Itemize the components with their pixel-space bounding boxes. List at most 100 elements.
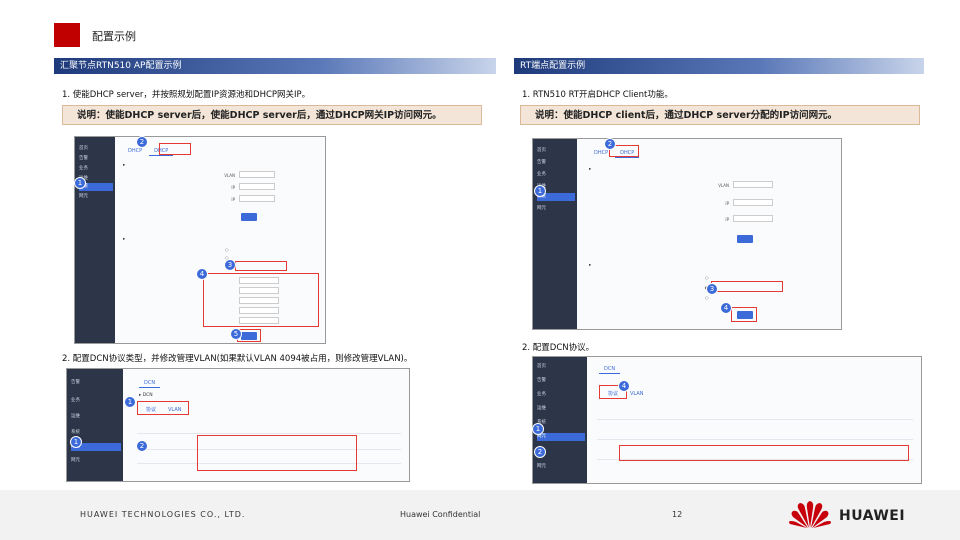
section-heading: ▸ [589,263,592,268]
field-input[interactable] [733,215,773,222]
sidebar-item[interactable]: 运维 [71,413,121,421]
screenshot-sidebar: 告警 业务 运维 系统 网元 网元 [67,369,123,481]
screenshot-tabs: DCN [599,365,622,374]
right-callout: 说明：使能DHCP client后，通过DHCP server分配的IP访问网元… [520,105,920,125]
field-label: IP [231,185,235,190]
step-badge: 5 [230,328,242,340]
sidebar-item[interactable]: 运维 [537,405,585,413]
page-number: 12 [672,510,683,519]
step-badge: 4 [720,302,732,314]
sidebar-item[interactable]: 首页 [537,363,585,371]
sidebar-item[interactable]: 业务 [537,391,585,399]
right-step-1: 1. RTN510 RT开启DHCP Client功能。 [522,90,673,100]
highlight-box-tab [159,143,191,155]
step-badge: 4 [618,380,630,392]
logo-text: HUAWEI [839,508,906,524]
sidebar-item[interactable]: 告警 [537,377,585,385]
left-step-2: 2. 配置DCN协议类型，并修改管理VLAN(如果默认VLAN 4094被占用，… [62,354,413,364]
tab-active[interactable]: DCN [139,379,161,388]
field-input[interactable] [733,199,773,206]
screenshot-sidebar: 首页 告警 业务 运维 系统 网元 网元 网元 [533,357,587,483]
field-label: IP [231,197,235,202]
screenshot-sidebar: 首页 告警 业务 运维 系统 网元 [75,137,115,343]
apply-button[interactable] [241,213,257,221]
step-badge: 2 [136,440,148,452]
right-screenshot-dcn: 首页 告警 业务 运维 系统 网元 网元 网元 DCN 协议VLAN [532,356,922,484]
field-input[interactable] [239,297,279,304]
step-badge: 1 [532,423,544,435]
huawei-logo-icon [789,501,831,528]
field-input[interactable] [239,183,275,190]
step-badge: 1 [534,185,546,197]
tab[interactable]: DHCP [123,147,147,155]
radio-option[interactable]: ○ [705,295,709,300]
step-badge: 3 [706,283,718,295]
left-screenshot-dcn: 告警 业务 运维 系统 网元 网元 DCN ▸ DCN 协议VLAN [66,368,410,482]
step-badge: 2 [604,138,616,150]
highlight-box-rows [197,435,357,471]
step-badge: 1 [74,177,86,189]
radio-option[interactable]: ○ [225,247,229,252]
left-callout: 说明：使能DHCP server后，使能DHCP server后，通过DHCP网… [62,105,482,125]
field-input[interactable] [239,195,275,202]
field-input[interactable] [239,287,279,294]
slide-title: 配置示例 [92,30,136,43]
right-section-header: RT端点配置示例 [514,58,924,74]
left-screenshot-dhcp-server: 首页 告警 业务 运维 系统 网元 DHCPDHCP ▸ VLAN IP IP … [74,136,326,344]
highlight-box-row [619,445,909,461]
field-input[interactable] [733,181,773,188]
step-badge: 2 [534,446,546,458]
screenshot-sidebar: 首页 告警 业务 运维 系统 网元 [533,139,577,329]
highlight-box-tab [137,401,189,415]
sidebar-item[interactable]: 网元 [71,457,121,465]
highlight-box-radio [711,281,783,292]
apply-button[interactable] [737,235,753,243]
highlight-box-apply [731,307,757,322]
field-input[interactable] [239,317,279,324]
left-section-header: 汇聚节点RTN510 AP配置示例 [54,58,496,74]
footer-company: HUAWEI TECHNOLOGIES CO., LTD. [80,510,246,519]
section-heading: ▸ [589,167,592,172]
step-badge: 2 [136,136,148,148]
right-step-2: 2. 配置DCN协议。 [522,343,595,353]
left-step-1: 1. 使能DHCP server，并按照规划配置IP资源池和DHCP网关IP。 [62,90,311,100]
sidebar-item[interactable]: 系统 [537,419,585,427]
field-label: IP [725,217,729,222]
sidebar-item[interactable]: 首页 [537,147,575,155]
table-header [597,409,913,420]
step-badge: 1 [70,436,82,448]
table-row[interactable] [597,429,913,440]
sidebar-item[interactable]: 网元 [537,463,585,471]
section-heading: ▸ [123,163,126,168]
sidebar-item[interactable]: 首页 [79,145,113,153]
sidebar-item[interactable]: 告警 [71,379,121,387]
title-accent-square [54,23,80,47]
field-input[interactable] [239,171,275,178]
step-badge: 1 [124,396,136,408]
footer-confidential: Huawei Confidential [400,510,481,519]
table-header [137,423,401,434]
sidebar-item[interactable]: 网元 [79,193,113,201]
screenshot-tabs: DCN [139,379,162,388]
sidebar-item-selected[interactable]: 网元 [537,433,585,441]
sidebar-item[interactable]: 业务 [537,171,575,179]
tab[interactable]: VLAN [625,390,648,398]
right-screenshot-dhcp-client: 首页 告警 业务 运维 系统 网元 DHCPDHCP ▸ VLAN IP IP … [532,138,842,330]
field-label: VLAN [718,183,729,188]
sidebar-item[interactable]: 告警 [79,155,113,163]
field-input[interactable] [239,307,279,314]
sidebar-item[interactable]: 网元 [537,205,575,213]
field-label: VLAN [224,173,235,178]
highlight-box-radio [235,261,287,271]
section-heading: ▸ [123,237,126,242]
field-input[interactable] [239,277,279,284]
sidebar-item[interactable]: 业务 [71,397,121,405]
step-badge: 3 [224,259,236,271]
radio-option[interactable]: ○ [705,275,709,280]
sidebar-item[interactable]: 告警 [537,159,575,167]
tab-active[interactable]: DCN [599,365,621,374]
step-badge: 4 [196,268,208,280]
field-label: IP [725,201,729,206]
section-heading: ▸ DCN [139,393,153,398]
sidebar-item[interactable]: 业务 [79,165,113,173]
